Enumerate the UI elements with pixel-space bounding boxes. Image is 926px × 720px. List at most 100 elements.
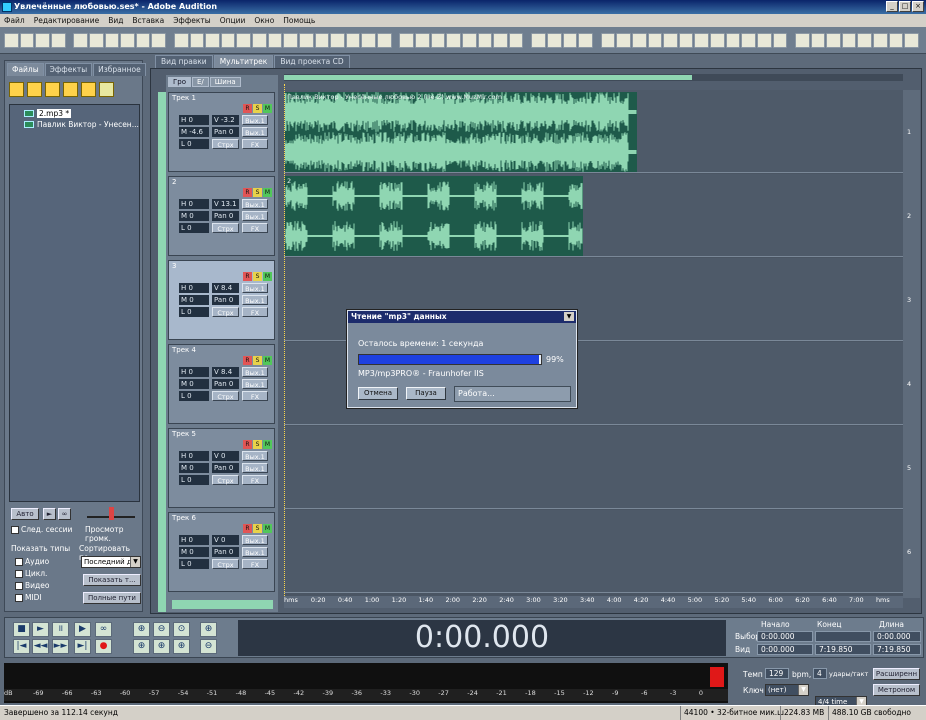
track-name[interactable]: Трек 6 <box>172 514 196 522</box>
play-button[interactable]: ► <box>32 622 49 637</box>
h-field[interactable]: H 0 <box>179 199 209 209</box>
track-name[interactable]: Трек 5 <box>172 430 196 438</box>
minimize-button[interactable]: _ <box>886 1 898 12</box>
zoom-left-icon[interactable]: ⊕ <box>133 639 150 654</box>
l-field[interactable]: L 0 <box>179 223 209 233</box>
tab-favorites[interactable]: Избранное <box>93 63 146 76</box>
close-button[interactable]: × <box>912 1 924 12</box>
toolbar-undo-4-icon[interactable] <box>446 32 461 48</box>
toolbar-save-11-icon[interactable] <box>330 32 345 48</box>
view-start-field[interactable]: 0:00.000 <box>757 644 813 655</box>
toolbar-zoom-7-icon[interactable] <box>694 32 710 48</box>
solo-button[interactable]: S <box>253 440 262 449</box>
lock-button[interactable]: Стрх <box>212 391 239 401</box>
toolbar-select-4-icon[interactable] <box>578 32 593 48</box>
l-field[interactable]: L 0 <box>179 139 209 149</box>
output-button[interactable]: Вых.1 <box>242 283 268 293</box>
metronome-button[interactable]: Метроном <box>873 684 920 696</box>
mute-button[interactable]: M <box>263 524 272 533</box>
mute-button[interactable]: M <box>263 188 272 197</box>
fx-button[interactable]: FX <box>242 307 268 317</box>
midi-checkbox[interactable] <box>15 594 23 602</box>
track-control-3[interactable]: 3 R S M H 0 V 8.4 Вых.1 M 0 Pan 0 Вых.1 … <box>168 260 275 340</box>
pan-field[interactable]: Pan 0 <box>212 379 239 389</box>
tab-effects[interactable]: Эффекты <box>44 63 93 76</box>
track-name[interactable]: Трек 1 <box>172 94 196 102</box>
toolbar-save-4-icon[interactable] <box>220 32 236 48</box>
solo-button[interactable]: S <box>253 272 262 281</box>
record-arm-button[interactable]: R <box>243 272 252 281</box>
preview-play-button[interactable]: ► <box>43 508 56 520</box>
h-field[interactable]: H 0 <box>179 115 209 125</box>
toolbar-undo-6-icon[interactable] <box>477 32 493 48</box>
lock-button[interactable]: Стрх <box>212 559 239 569</box>
zoom-out-h-icon[interactable]: ⊖ <box>153 622 170 637</box>
toolbar-undo-7-icon[interactable] <box>493 32 508 48</box>
toolbar-undo-3-icon[interactable] <box>430 32 446 48</box>
h-field[interactable]: H 0 <box>179 367 209 377</box>
solo-button[interactable]: S <box>253 104 262 113</box>
toolbar-zoom-1-icon[interactable] <box>600 32 616 48</box>
edit-file-icon[interactable] <box>63 82 78 97</box>
type-loop[interactable]: Цикл. <box>15 569 47 578</box>
preview-volume-slider[interactable] <box>87 507 135 520</box>
sel-start-field[interactable]: 0:00.000 <box>757 631 813 642</box>
toolbar-zoom-4-icon[interactable] <box>647 32 663 48</box>
m-field[interactable]: M 0 <box>179 211 209 221</box>
m-field[interactable]: M 0 <box>179 547 209 557</box>
menu-options[interactable]: Опции <box>220 16 246 25</box>
h-field[interactable]: H 0 <box>179 283 209 293</box>
loop-button[interactable]: ∞ <box>95 622 112 637</box>
output-button-2[interactable]: Вых.1 <box>242 127 268 137</box>
output-button[interactable]: Вых.1 <box>242 535 268 545</box>
track-control-2[interactable]: 2 R S M H 0 V 13.1 Вых.1 M 0 Pan 0 Вых.1… <box>168 176 275 256</box>
view-length-field[interactable]: 7:19.850 <box>873 644 921 655</box>
l-field[interactable]: L 0 <box>179 391 209 401</box>
output-button-2[interactable]: Вых.1 <box>242 295 268 305</box>
properties-icon[interactable] <box>99 82 114 97</box>
show-button[interactable]: Показать т... <box>83 574 141 586</box>
fx-button[interactable]: FX <box>242 559 268 569</box>
track-scroll-strip[interactable] <box>158 92 166 612</box>
zoom-full-icon[interactable]: ⊙ <box>173 622 190 637</box>
sel-length-field[interactable]: 0:00.000 <box>873 631 921 642</box>
tab-volume[interactable]: Гро <box>168 77 191 87</box>
zoom-selection-icon[interactable]: ⊕ <box>173 639 190 654</box>
track-name[interactable]: 2 <box>172 178 176 186</box>
toolbar-tools-6-icon[interactable] <box>873 32 888 48</box>
forward-button[interactable]: ►► <box>52 639 69 654</box>
toolbar-new-1-icon[interactable] <box>4 32 19 48</box>
pause-transport-button[interactable]: ॥ <box>52 622 69 637</box>
loop-checkbox[interactable] <box>15 570 23 578</box>
track-control-5[interactable]: Трек 5 R S M H 0 V 0 Вых.1 M 0 Pan 0 Вых… <box>168 428 275 508</box>
output-button-2[interactable]: Вых.1 <box>242 463 268 473</box>
menu-window[interactable]: Окно <box>254 16 274 25</box>
toolbar-zoom-10-icon[interactable] <box>741 32 756 48</box>
toolbar-save-6-icon[interactable] <box>252 32 267 48</box>
toolbar-tools-1-icon[interactable] <box>794 32 810 48</box>
toolbar-zoom-12-icon[interactable] <box>772 32 788 48</box>
clip-indicator[interactable] <box>710 667 724 687</box>
menu-insert[interactable]: Вставка <box>132 16 164 25</box>
type-video[interactable]: Видео <box>15 581 49 590</box>
output-button[interactable]: Вых.1 <box>242 199 268 209</box>
view-end-field[interactable]: 7:19.850 <box>815 644 871 655</box>
insert-icon[interactable] <box>81 82 96 97</box>
m-field[interactable]: M 0 <box>179 379 209 389</box>
volume-field[interactable]: V 8.4 <box>212 283 239 293</box>
solo-button[interactable]: S <box>253 524 262 533</box>
toolbar-save-12-icon[interactable] <box>345 32 361 48</box>
toolbar-zoom-5-icon[interactable] <box>663 32 678 48</box>
list-item[interactable]: 2.mp3 * <box>10 108 139 119</box>
m-field[interactable]: M 0 <box>179 463 209 473</box>
track-name[interactable]: 3 <box>172 262 176 270</box>
toolbar-zoom-11-icon[interactable] <box>756 32 772 48</box>
menu-edit[interactable]: Редактирование <box>34 16 99 25</box>
toolbar-open-4-icon[interactable] <box>120 32 135 48</box>
menu-view[interactable]: Вид <box>108 16 123 25</box>
tab-edit-view[interactable]: Вид правки <box>155 55 213 68</box>
output-button-2[interactable]: Вых.1 <box>242 379 268 389</box>
tab-multitrack[interactable]: Мультитрек <box>213 55 274 68</box>
track-name[interactable]: Трек 4 <box>172 346 196 354</box>
tab-files[interactable]: Файлы <box>7 63 44 76</box>
